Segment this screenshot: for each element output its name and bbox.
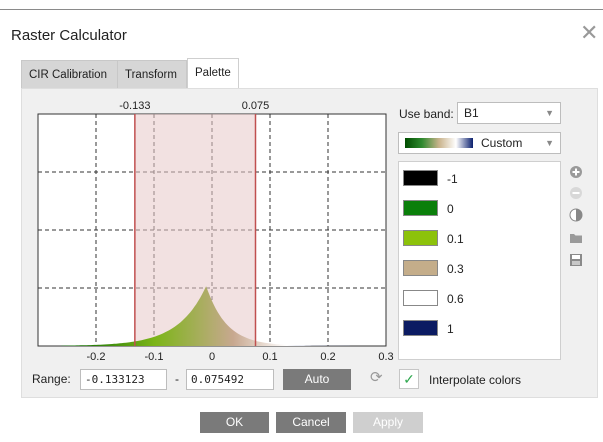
save-icon[interactable] <box>569 253 583 267</box>
range-min-input[interactable]: -0.133123 <box>80 369 167 390</box>
interpolate-checkbox[interactable]: ✓ <box>399 369 419 389</box>
range-separator: - <box>175 372 179 386</box>
palette-value: 0.6 <box>447 292 464 306</box>
window-top-border <box>0 9 603 10</box>
palette-value: 0.1 <box>447 232 464 246</box>
interpolate-label: Interpolate colors <box>429 373 522 387</box>
tab-palette[interactable]: Palette <box>187 58 239 88</box>
range-max-input[interactable]: 0.075492 <box>186 369 274 390</box>
palette-value: 1 <box>447 322 454 336</box>
invert-icon[interactable] <box>569 208 583 222</box>
palette-value: 0.3 <box>447 262 464 276</box>
palette-value: 0 <box>447 202 454 216</box>
chevron-down-icon: ▼ <box>545 108 554 118</box>
close-icon[interactable]: ✕ <box>580 22 598 44</box>
tab-transform[interactable]: Transform <box>117 60 187 88</box>
ok-button[interactable]: OK <box>200 412 269 433</box>
chevron-down-icon: ▼ <box>545 138 554 148</box>
palette-swatch[interactable] <box>403 200 438 216</box>
palette-item[interactable]: 0.3 <box>403 257 553 279</box>
palette-preset-select[interactable]: Custom ▼ <box>398 132 561 154</box>
refresh-icon[interactable]: ⟳ <box>370 368 383 386</box>
palette-item[interactable]: 0.6 <box>403 287 553 309</box>
tab-cir-calibration[interactable]: CIR Calibration <box>21 60 118 88</box>
palette-item[interactable]: -1 <box>403 167 553 189</box>
use-band-label: Use band: <box>399 107 454 121</box>
band-select-value: B1 <box>464 106 479 120</box>
palette-swatch[interactable] <box>403 290 438 306</box>
palette-item[interactable]: 0.1 <box>403 227 553 249</box>
folder-icon[interactable] <box>569 231 583 245</box>
dialog-title: Raster Calculator <box>11 27 127 44</box>
palette-item[interactable]: 1 <box>403 317 553 339</box>
palette-swatch[interactable] <box>403 260 438 276</box>
palette-ramp-preview <box>405 138 473 148</box>
palette-item[interactable]: 0 <box>403 197 553 219</box>
palette-preset-label: Custom <box>481 136 523 150</box>
palette-swatch[interactable] <box>403 320 438 336</box>
palette-swatch[interactable] <box>403 170 438 186</box>
add-icon[interactable] <box>569 165 583 179</box>
band-select[interactable]: B1 ▼ <box>457 102 561 124</box>
palette-swatch[interactable] <box>403 230 438 246</box>
palette-list: -1 0 0.1 0.3 0.6 1 <box>398 161 561 360</box>
cancel-button[interactable]: Cancel <box>276 412 346 433</box>
apply-button[interactable]: Apply <box>353 412 423 433</box>
remove-icon[interactable] <box>569 186 583 200</box>
auto-button[interactable]: Auto <box>283 369 351 390</box>
palette-value: -1 <box>447 172 458 186</box>
range-label: Range: <box>32 372 71 386</box>
